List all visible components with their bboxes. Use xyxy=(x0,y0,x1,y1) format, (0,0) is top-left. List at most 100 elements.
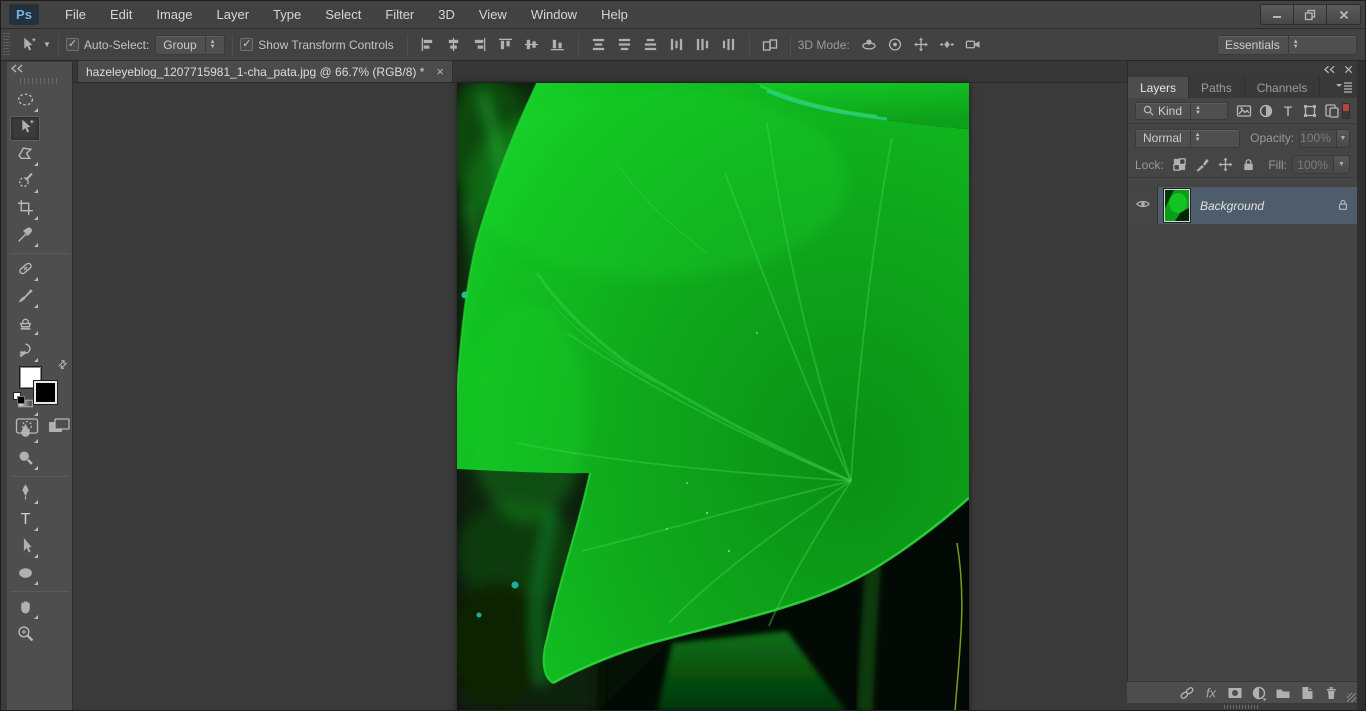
menu-item-edit[interactable]: Edit xyxy=(98,3,144,26)
lock-image-pixels-button[interactable] xyxy=(1193,155,1213,175)
3d-rotate-button[interactable] xyxy=(858,34,880,56)
show-transform-controls-checkbox[interactable]: ✓ xyxy=(240,38,253,51)
layer-name[interactable]: Background xyxy=(1200,199,1264,213)
polygonal-lasso-tool[interactable] xyxy=(10,143,40,168)
panel-resize-grip[interactable] xyxy=(1347,693,1356,702)
align-right-edges-button[interactable] xyxy=(469,34,491,56)
new-group-button[interactable] xyxy=(1273,684,1293,702)
menu-item-file[interactable]: File xyxy=(53,3,98,26)
filter-pixel-layers-button[interactable] xyxy=(1234,101,1254,121)
pen-tool[interactable] xyxy=(10,481,40,506)
filter-shape-layers-button[interactable] xyxy=(1300,101,1320,121)
spot-healing-brush-tool[interactable] xyxy=(10,258,40,283)
ellipse-shape-tool[interactable] xyxy=(10,562,40,587)
layer-filter-toggle[interactable] xyxy=(1342,103,1350,119)
clone-stamp-tool[interactable] xyxy=(10,312,40,337)
auto-align-layers-button[interactable] xyxy=(759,34,781,56)
quick-selection-tool[interactable] xyxy=(10,170,40,195)
tools-panel-grip[interactable] xyxy=(20,78,60,84)
fill-dropdown-arrow[interactable]: ▼ xyxy=(1334,155,1350,174)
opacity-value[interactable]: 100% xyxy=(1299,129,1337,148)
menu-item-3d[interactable]: 3D xyxy=(426,3,467,26)
dodge-tool[interactable] xyxy=(10,447,40,472)
path-selection-tool[interactable] xyxy=(10,535,40,560)
workspace-switcher-dropdown[interactable]: Essentials ▲▼ xyxy=(1217,35,1357,55)
align-left-edges-button[interactable] xyxy=(417,34,439,56)
tools-panel-header[interactable] xyxy=(7,62,72,75)
options-bar-grip[interactable] xyxy=(3,33,10,57)
filter-kind-dropdown[interactable]: Kind ▲▼ xyxy=(1135,102,1228,120)
default-colors-icon[interactable] xyxy=(13,392,26,405)
align-horizontal-centers-button[interactable] xyxy=(443,34,465,56)
minimize-button[interactable] xyxy=(1261,5,1294,24)
link-layers-button[interactable] xyxy=(1177,684,1197,702)
layer-styles-button[interactable]: fx xyxy=(1201,684,1221,702)
3d-roll-button[interactable] xyxy=(884,34,906,56)
opacity-dropdown-arrow[interactable]: ▼ xyxy=(1337,129,1350,148)
menu-item-view[interactable]: View xyxy=(467,3,519,26)
eyedropper-tool[interactable] xyxy=(10,224,40,249)
menu-item-layer[interactable]: Layer xyxy=(205,3,262,26)
menu-item-image[interactable]: Image xyxy=(144,3,204,26)
horizontal-type-tool[interactable]: T xyxy=(10,508,40,533)
crop-tool[interactable] xyxy=(10,197,40,222)
new-layer-button[interactable] xyxy=(1297,684,1317,702)
distribute-right-edges-button[interactable] xyxy=(718,34,740,56)
background-color-swatch[interactable] xyxy=(34,381,57,404)
lock-transparent-pixels-button[interactable] xyxy=(1170,155,1190,175)
restore-button[interactable] xyxy=(1294,5,1327,24)
3d-drag-button[interactable] xyxy=(910,34,932,56)
tab-layers[interactable]: Layers xyxy=(1128,77,1189,98)
hand-tool[interactable] xyxy=(10,596,40,621)
align-bottom-edges-button[interactable] xyxy=(547,34,569,56)
tab-close-button[interactable]: × xyxy=(436,64,444,79)
3d-slide-button[interactable] xyxy=(936,34,958,56)
distribute-bottom-edges-button[interactable] xyxy=(640,34,662,56)
layer-row[interactable]: Background xyxy=(1128,187,1358,224)
panel-menu-button[interactable] xyxy=(1335,80,1353,97)
close-panel-icon[interactable] xyxy=(1344,65,1353,74)
lock-all-button[interactable] xyxy=(1239,155,1259,175)
add-layer-mask-button[interactable] xyxy=(1225,684,1245,702)
auto-select-checkbox[interactable]: ✓ xyxy=(66,38,79,51)
screen-mode-button[interactable] xyxy=(47,417,71,440)
close-button[interactable] xyxy=(1327,5,1360,24)
menu-item-select[interactable]: Select xyxy=(313,3,373,26)
filter-smart-objects-button[interactable] xyxy=(1322,101,1342,121)
filter-type-layers-button[interactable]: T xyxy=(1278,101,1298,121)
distribute-vertical-centers-button[interactable] xyxy=(614,34,636,56)
quick-mask-mode-button[interactable] xyxy=(15,417,39,440)
auto-select-target-dropdown[interactable]: Group ▲▼ xyxy=(155,35,225,55)
3d-scale-camera-button[interactable] xyxy=(962,34,984,56)
menu-item-window[interactable]: Window xyxy=(519,3,589,26)
layer-visibility-toggle[interactable] xyxy=(1128,187,1158,224)
tab-channels[interactable]: Channels xyxy=(1245,77,1321,98)
lock-position-button[interactable] xyxy=(1216,155,1236,175)
lock-row: Lock: Fill: 100% ▼ xyxy=(1128,152,1357,178)
dock-resize-grip[interactable] xyxy=(1224,705,1260,709)
move-tool[interactable] xyxy=(10,116,40,141)
distribute-left-edges-button[interactable] xyxy=(666,34,688,56)
menu-item-filter[interactable]: Filter xyxy=(373,3,426,26)
blend-mode-dropdown[interactable]: Normal ▲▼ xyxy=(1135,129,1240,148)
tab-paths[interactable]: Paths xyxy=(1189,77,1245,98)
menu-item-type[interactable]: Type xyxy=(261,3,313,26)
fill-value[interactable]: 100% xyxy=(1292,155,1334,174)
align-top-edges-button[interactable] xyxy=(495,34,517,56)
align-vertical-centers-button[interactable] xyxy=(521,34,543,56)
tool-preset-caret-icon[interactable]: ▼ xyxy=(43,40,51,49)
document-canvas[interactable] xyxy=(457,83,969,711)
distribute-horizontal-centers-button[interactable] xyxy=(692,34,714,56)
opacity-label: Opacity: xyxy=(1250,131,1294,145)
menu-item-help[interactable]: Help xyxy=(589,3,640,26)
layer-thumbnail[interactable] xyxy=(1164,189,1190,222)
new-adjustment-layer-button[interactable] xyxy=(1249,684,1269,702)
document-tab[interactable]: hazeleyeblog_1207715981_1-cha_pata.jpg @… xyxy=(77,60,453,82)
collapse-dock-icon[interactable] xyxy=(1323,65,1336,74)
brush-tool[interactable] xyxy=(10,285,40,310)
distribute-top-edges-button[interactable] xyxy=(588,34,610,56)
elliptical-marquee-tool[interactable] xyxy=(10,89,40,114)
zoom-tool[interactable] xyxy=(10,623,40,648)
filter-adjustment-layers-button[interactable] xyxy=(1256,101,1276,121)
delete-layer-button[interactable] xyxy=(1321,684,1341,702)
